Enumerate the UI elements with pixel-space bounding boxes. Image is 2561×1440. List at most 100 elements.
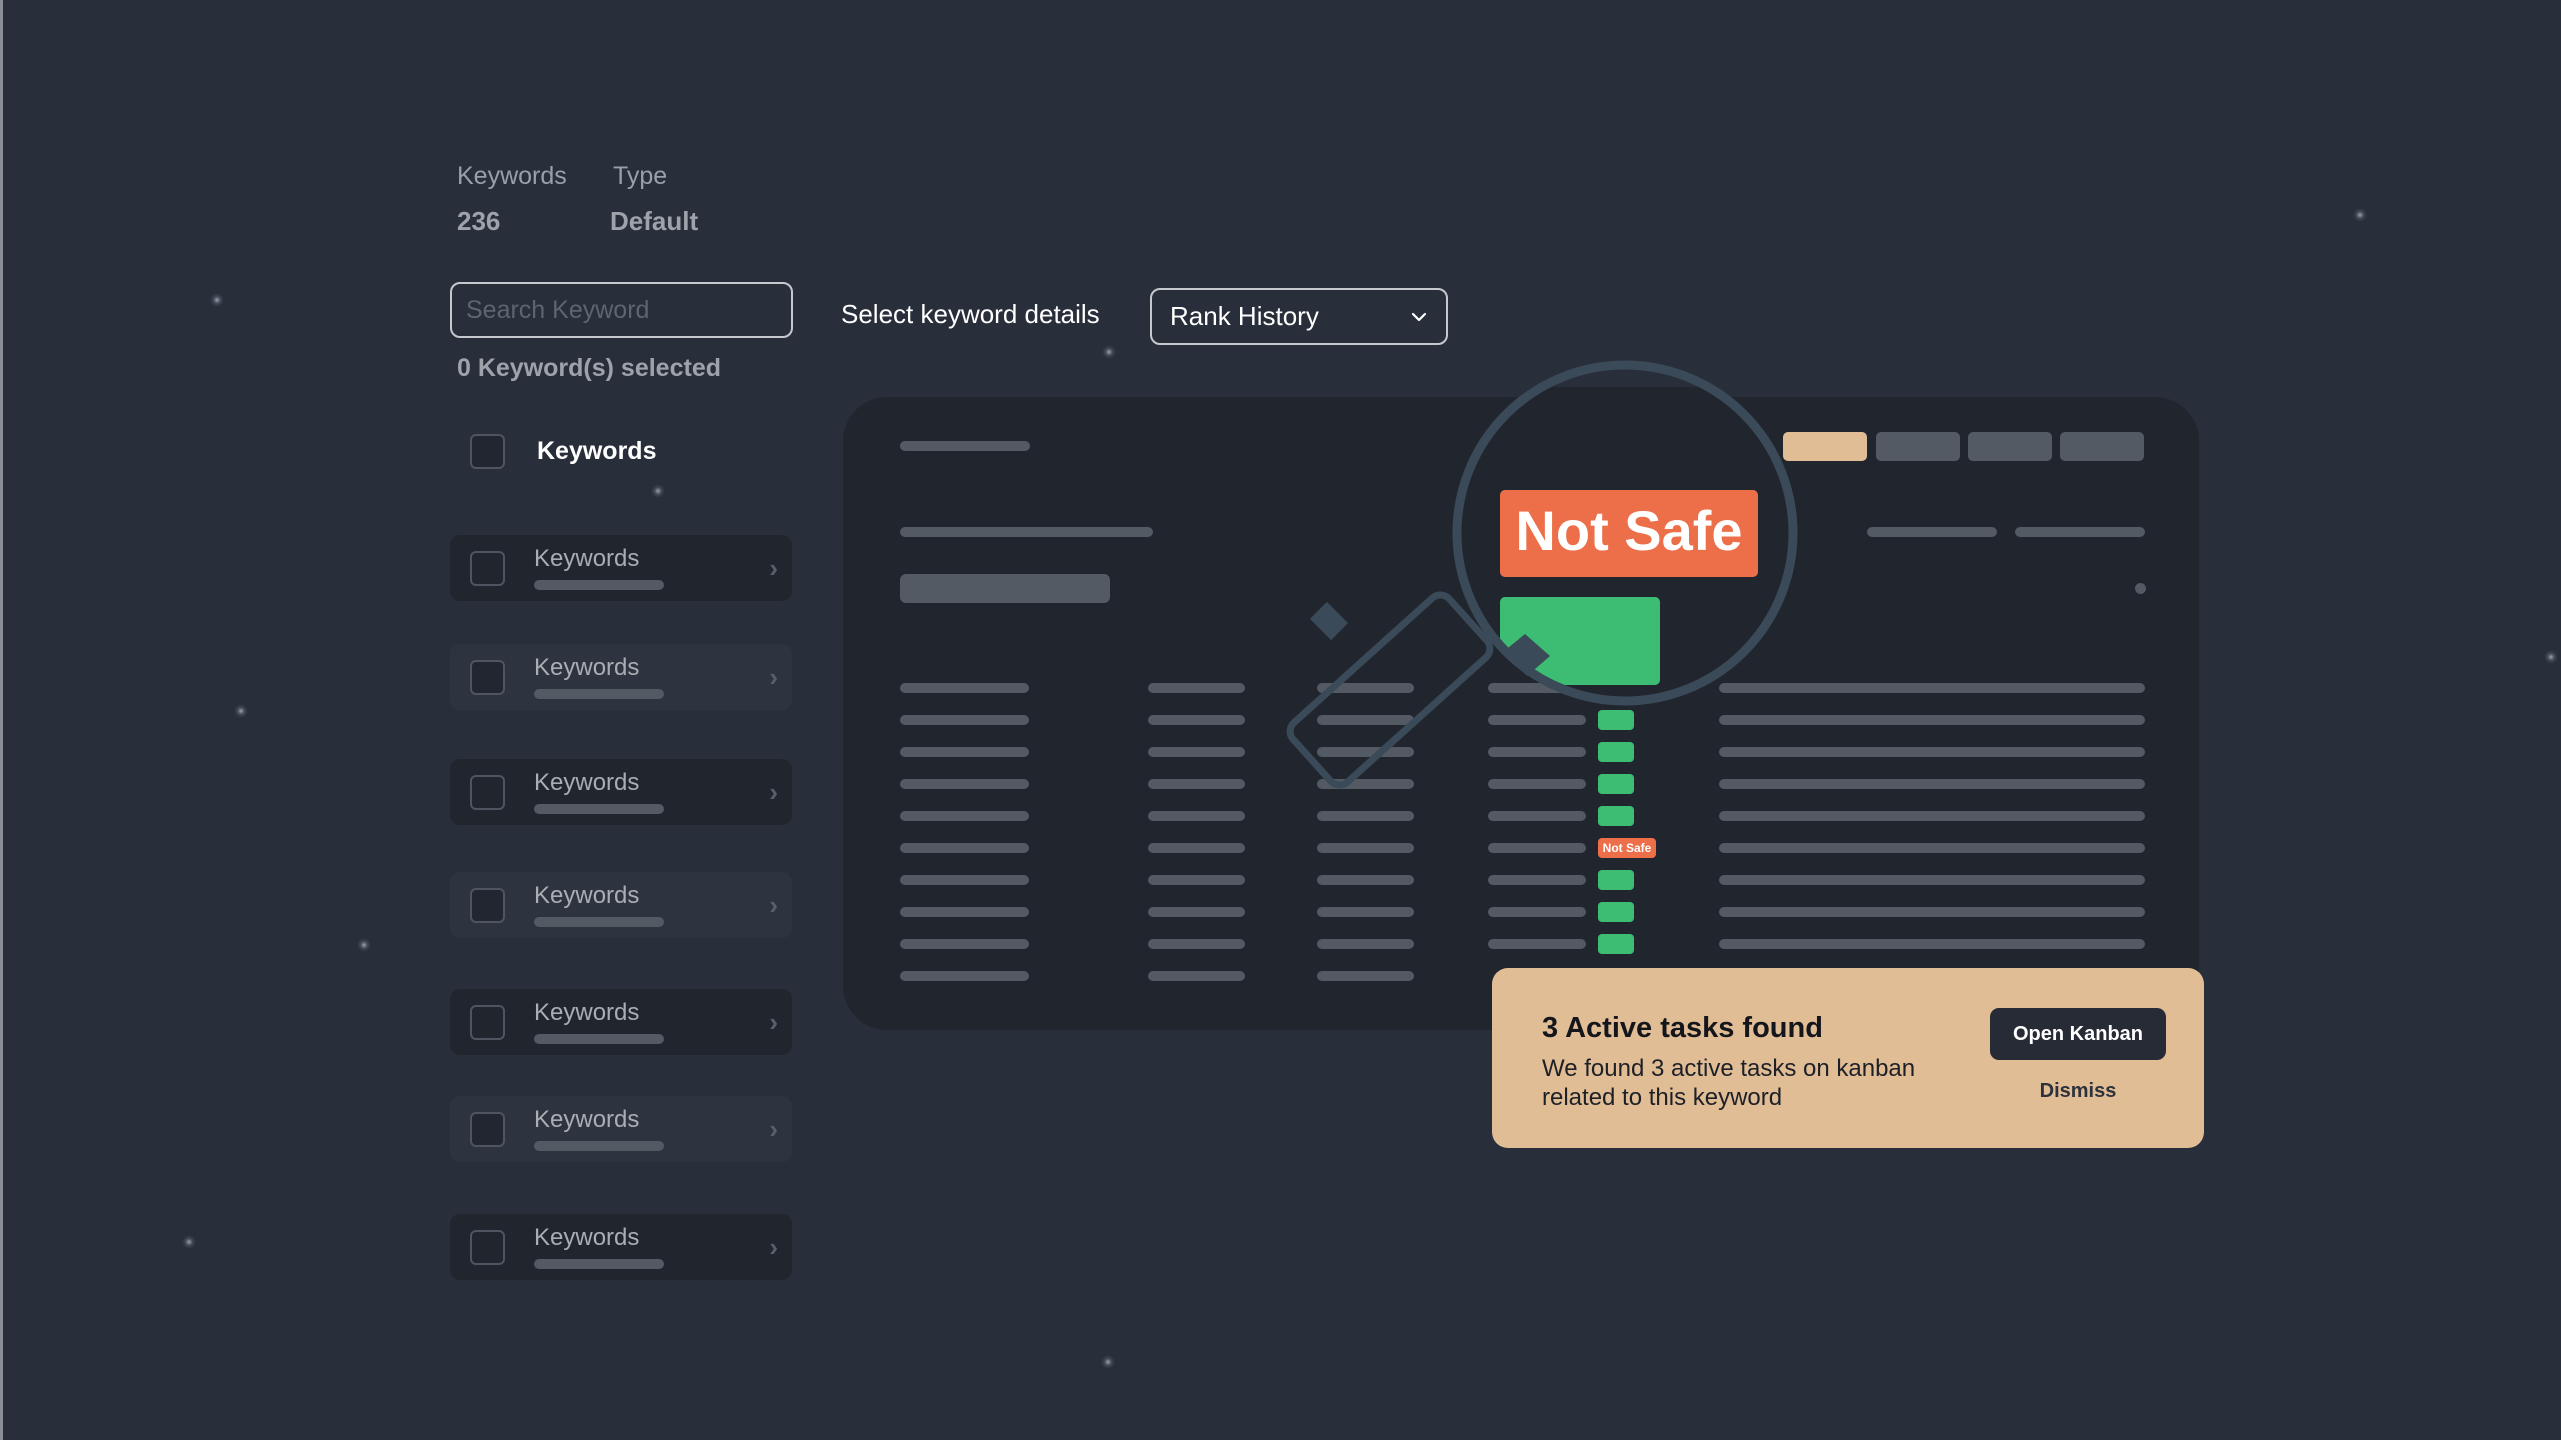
chevron-right-icon[interactable]: › bbox=[769, 1232, 778, 1263]
keyword-checkbox[interactable] bbox=[470, 659, 505, 695]
value-placeholder bbox=[900, 574, 1110, 603]
table-cell-placeholder bbox=[1719, 843, 2145, 853]
table-cell-placeholder bbox=[900, 779, 1029, 789]
chevron-right-icon[interactable]: › bbox=[769, 553, 778, 584]
keyword-checkbox[interactable] bbox=[470, 887, 505, 923]
table-cell-placeholder bbox=[900, 747, 1029, 757]
keyword-checkbox[interactable] bbox=[470, 1111, 505, 1147]
table-cell-placeholder bbox=[1317, 939, 1414, 949]
open-kanban-button[interactable]: Open Kanban bbox=[1990, 1008, 2166, 1060]
keyword-item-placeholder-bar bbox=[534, 1034, 664, 1044]
keyword-item-placeholder-bar bbox=[534, 917, 664, 927]
table-cell-placeholder bbox=[1148, 875, 1245, 885]
keywords-stat-label: Keywords bbox=[457, 162, 567, 190]
table-cell-placeholder bbox=[1317, 875, 1414, 885]
keyword-list-item[interactable]: Keywords › bbox=[450, 759, 792, 825]
not-safe-badge: Not Safe bbox=[1598, 838, 1656, 858]
subtitle-placeholder bbox=[900, 527, 1153, 537]
background-star bbox=[210, 293, 224, 307]
keyword-item-label: Keywords bbox=[534, 882, 640, 909]
keyword-item-content: Keywords bbox=[534, 883, 664, 927]
table-cell-placeholder bbox=[1317, 907, 1414, 917]
preview-tab[interactable] bbox=[2060, 432, 2144, 461]
keyword-item-placeholder-bar bbox=[534, 1141, 664, 1151]
keyword-item-placeholder-bar bbox=[534, 804, 664, 814]
table-cell-placeholder bbox=[1488, 843, 1586, 853]
table-cell-placeholder bbox=[900, 715, 1029, 725]
keyword-list-item[interactable]: Keywords › bbox=[450, 1214, 792, 1280]
table-cell-placeholder bbox=[1148, 715, 1245, 725]
keyword-list-item[interactable]: Keywords › bbox=[450, 872, 792, 938]
search-keyword-field[interactable] bbox=[450, 282, 793, 338]
chevron-right-icon[interactable]: › bbox=[769, 662, 778, 693]
safe-badge bbox=[1598, 870, 1634, 890]
table-cell-placeholder bbox=[1148, 811, 1245, 821]
select-all-checkbox[interactable] bbox=[470, 434, 505, 469]
table-cell-placeholder bbox=[1488, 907, 1586, 917]
keyword-item-label: Keywords bbox=[534, 769, 640, 796]
keyword-item-content: Keywords bbox=[534, 1225, 664, 1269]
table-cell-placeholder bbox=[900, 843, 1029, 853]
background-star bbox=[1102, 345, 1116, 359]
keyword-details-dropdown[interactable]: Rank History bbox=[1150, 288, 1448, 345]
type-stat-label: Type bbox=[613, 162, 668, 190]
preview-tab[interactable] bbox=[1876, 432, 1960, 461]
search-input[interactable] bbox=[466, 295, 788, 325]
background-star bbox=[234, 704, 248, 718]
background-star bbox=[651, 484, 665, 498]
table-cell-placeholder bbox=[1148, 939, 1245, 949]
table-cell-placeholder bbox=[900, 971, 1029, 981]
table-cell-placeholder bbox=[1719, 939, 2145, 949]
safe-badge bbox=[1598, 902, 1634, 922]
preview-tab[interactable] bbox=[1968, 432, 2052, 461]
keyword-item-label: Keywords bbox=[534, 1224, 640, 1251]
chevron-right-icon[interactable]: › bbox=[769, 1114, 778, 1145]
notification-body: We found 3 active tasks on kanban relate… bbox=[1542, 1055, 1916, 1111]
background-star bbox=[357, 938, 371, 952]
table-cell-placeholder bbox=[1148, 907, 1245, 917]
keyword-item-placeholder-bar bbox=[534, 580, 664, 590]
table-cell-placeholder bbox=[900, 939, 1029, 949]
select-all-row: Keywords bbox=[470, 434, 656, 469]
keyword-item-placeholder-bar bbox=[534, 1259, 664, 1269]
keyword-list-item[interactable]: Keywords › bbox=[450, 1096, 792, 1162]
keyword-item-placeholder-bar bbox=[534, 689, 664, 699]
keyword-details-label: Select keyword details bbox=[841, 299, 1100, 329]
keyword-item-content: Keywords bbox=[534, 546, 664, 590]
table-cell-placeholder bbox=[1148, 683, 1245, 693]
keyword-list-item[interactable]: Keywords › bbox=[450, 989, 792, 1055]
keywords-stat-value: 236 bbox=[457, 206, 501, 236]
type-stat-value: Default bbox=[610, 206, 699, 236]
table-cell-placeholder bbox=[900, 811, 1029, 821]
dismiss-button[interactable]: Dismiss bbox=[1990, 1080, 2166, 1103]
magnifier-icon: Not Safe bbox=[1286, 360, 1798, 789]
notification-title: 3 Active tasks found bbox=[1542, 1012, 1823, 1044]
selected-count: 0 Keyword(s) selected bbox=[457, 354, 721, 382]
keyword-item-label: Keywords bbox=[534, 545, 640, 572]
keyword-item-content: Keywords bbox=[534, 1000, 664, 1044]
table-cell-placeholder bbox=[1488, 939, 1586, 949]
table-cell-placeholder bbox=[1317, 971, 1414, 981]
chevron-down-icon bbox=[1411, 312, 1427, 321]
keyword-checkbox[interactable] bbox=[470, 1004, 505, 1040]
keyword-list-header: Keywords bbox=[537, 437, 657, 465]
keyword-item-label: Keywords bbox=[534, 1106, 640, 1133]
keyword-checkbox[interactable] bbox=[470, 774, 505, 810]
background-star bbox=[1101, 1355, 1115, 1369]
chevron-right-icon[interactable]: › bbox=[769, 777, 778, 808]
keyword-checkbox[interactable] bbox=[470, 1229, 505, 1265]
keyword-list-item[interactable]: Keywords › bbox=[450, 535, 792, 601]
table-cell-placeholder bbox=[1488, 875, 1586, 885]
chevron-right-icon[interactable]: › bbox=[769, 1007, 778, 1038]
table-cell-placeholder bbox=[1148, 971, 1245, 981]
table-cell-placeholder bbox=[1719, 875, 2145, 885]
meta-placeholder bbox=[2015, 527, 2145, 537]
dropdown-selected-value: Rank History bbox=[1170, 301, 1319, 331]
keyword-checkbox[interactable] bbox=[470, 550, 505, 586]
background-star bbox=[182, 1235, 196, 1249]
keyword-item-content: Keywords bbox=[534, 655, 664, 699]
keyword-list-item[interactable]: Keywords › bbox=[450, 644, 792, 710]
chevron-right-icon[interactable]: › bbox=[769, 890, 778, 921]
table-cell-placeholder bbox=[1148, 843, 1245, 853]
table-cell-placeholder bbox=[900, 875, 1029, 885]
